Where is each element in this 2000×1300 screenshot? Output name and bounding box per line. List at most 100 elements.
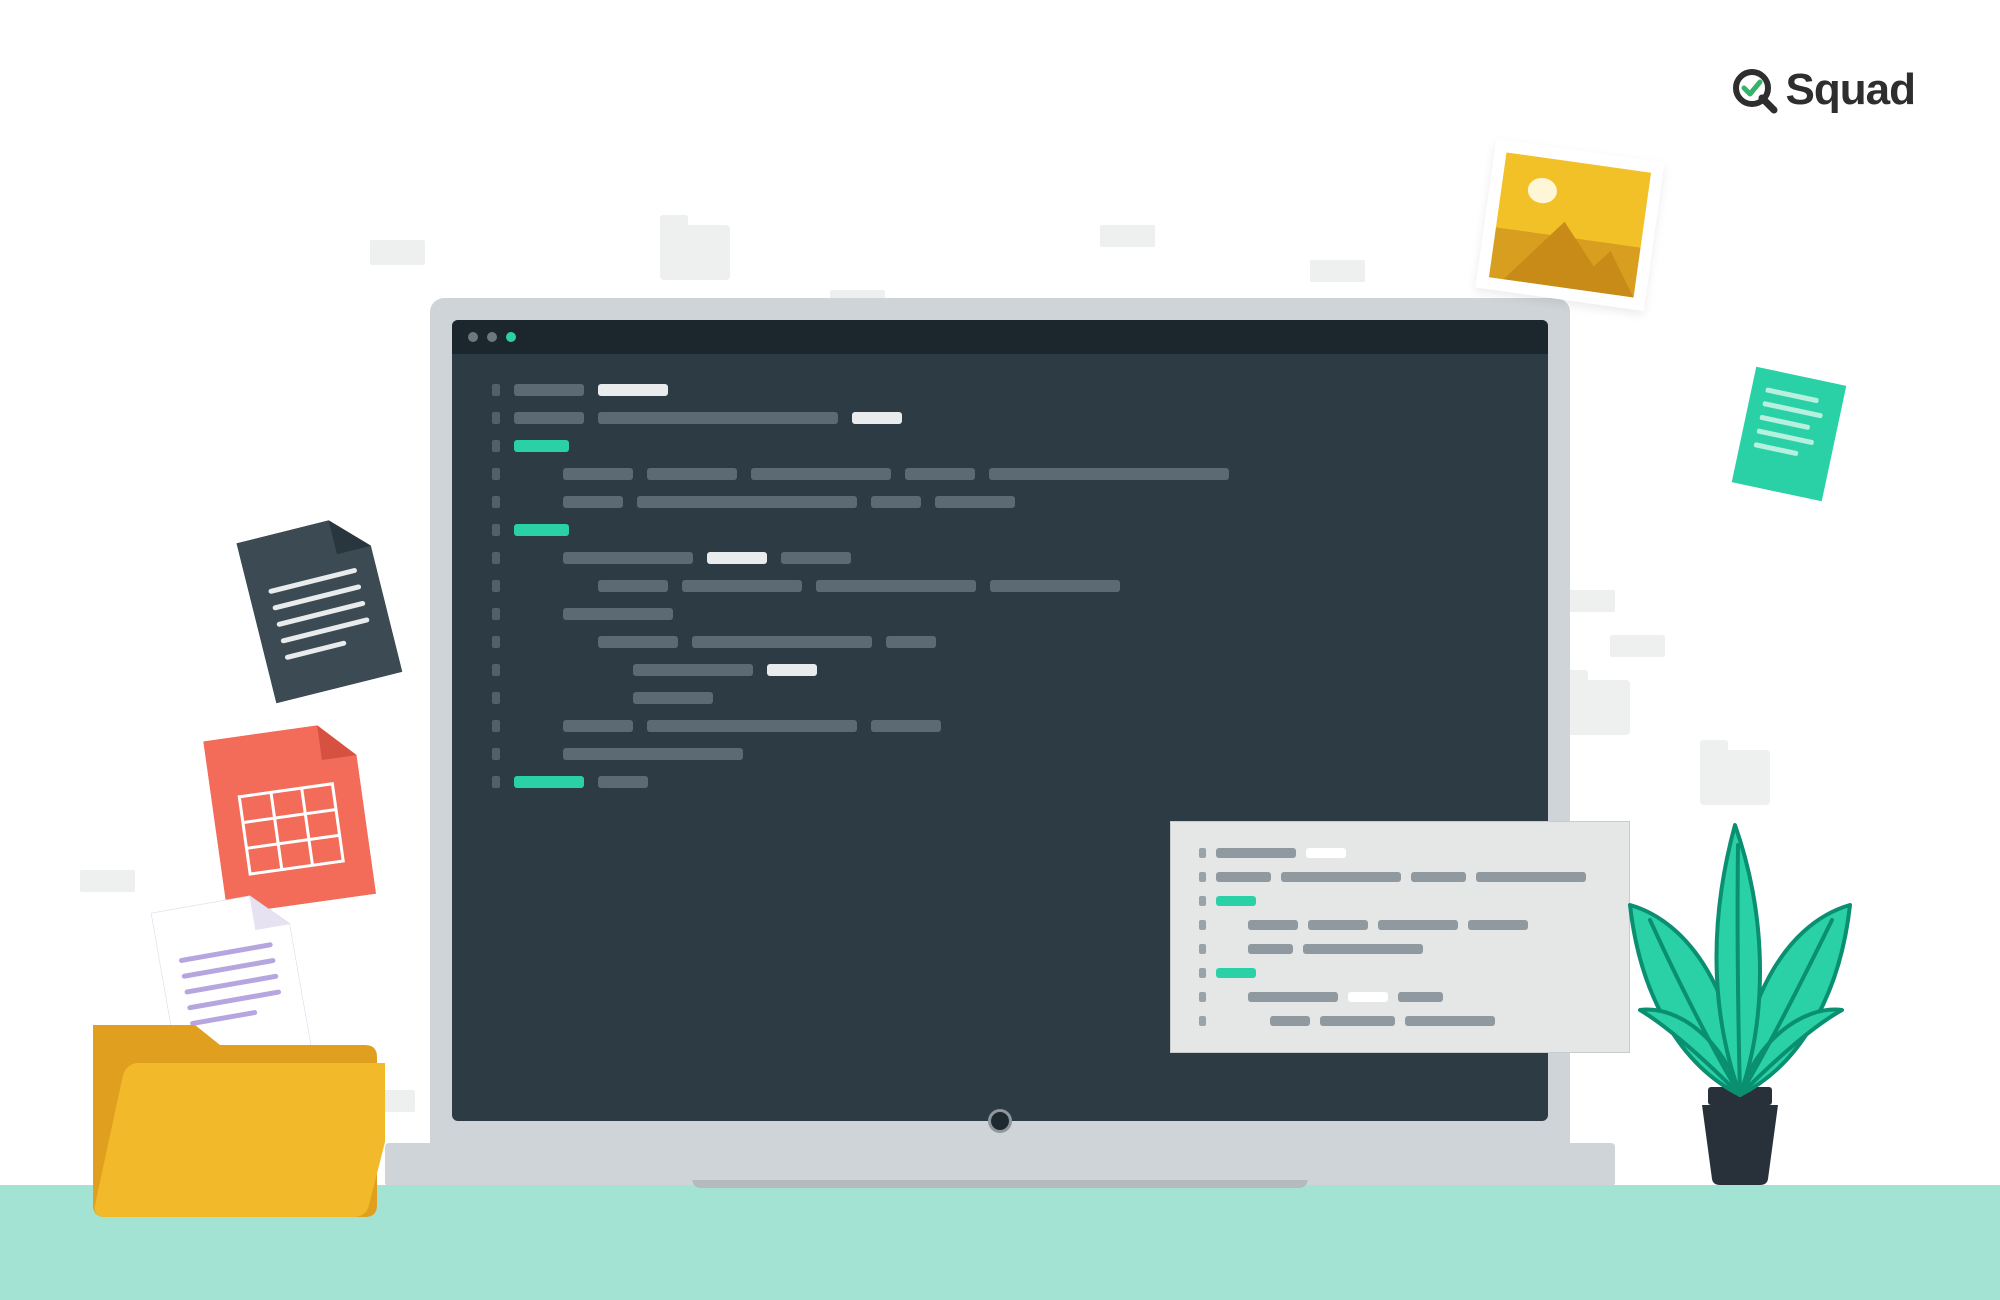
code-token [1398,992,1443,1002]
code-token [563,496,623,508]
code-token [563,552,693,564]
code-token [871,720,941,732]
code-line [492,412,1498,424]
line-gutter-icon [492,748,500,760]
code-token [514,440,569,452]
code-token [1303,944,1423,954]
code-token [1248,920,1298,930]
line-gutter-icon [492,496,500,508]
code-token [1248,944,1293,954]
code-line [492,440,1498,452]
line-gutter-icon [492,524,500,536]
code-token [633,692,713,704]
code-line [492,748,1498,760]
code-line [492,552,1498,564]
laptop-base [385,1143,1615,1185]
code-token [633,664,753,676]
line-gutter-icon [492,440,500,452]
code-token [990,580,1120,592]
code-token [1306,848,1346,858]
code-token [563,468,633,480]
line-gutter-icon [492,412,500,424]
code-token [1270,1016,1310,1026]
code-token [514,524,569,536]
window-dot-icon [506,332,516,342]
code-token [886,636,936,648]
line-gutter-icon [492,608,500,620]
code-token [598,384,668,396]
window-dot-icon [468,332,478,342]
code-line [1199,896,1601,906]
line-gutter-icon [1199,992,1206,1002]
code-token [1216,896,1256,906]
code-token [598,412,838,424]
bg-folder-icon [1560,680,1630,735]
laptop [430,298,1570,1185]
bg-rect [1610,635,1665,657]
bg-rect [370,240,425,265]
code-token [1378,920,1458,930]
laptop-screen [430,298,1570,1143]
code-token [514,384,584,396]
code-line [492,692,1498,704]
line-gutter-icon [1199,1016,1206,1026]
line-gutter-icon [1199,848,1206,858]
bg-folder-icon [660,225,730,280]
code-token [1216,968,1256,978]
code-line [1199,872,1601,882]
code-token [1476,872,1586,882]
code-token [781,552,851,564]
code-token [598,636,678,648]
code-token [563,748,743,760]
code-popup-window [1170,821,1630,1053]
open-folder-icon [85,985,385,1215]
editor-titlebar [452,320,1548,354]
window-dot-icon [487,332,497,342]
spreadsheet-file-icon [203,720,377,919]
code-line [1199,1016,1601,1026]
line-gutter-icon [492,720,500,732]
code-token [905,468,975,480]
code-line [492,776,1498,788]
code-line [492,636,1498,648]
code-token [647,468,737,480]
code-token [563,720,633,732]
potted-plant-icon [1610,765,1870,1185]
code-token [1216,872,1271,882]
line-gutter-icon [492,552,500,564]
code-token [514,776,584,788]
line-gutter-icon [1199,944,1206,954]
code-token [871,496,921,508]
line-gutter-icon [1199,872,1206,882]
code-line [1199,944,1601,954]
code-token [1468,920,1528,930]
code-token [816,580,976,592]
line-gutter-icon [492,580,500,592]
code-token [1216,848,1296,858]
code-token [647,720,857,732]
code-token [692,636,872,648]
camera-icon [988,1109,1012,1133]
code-token [598,580,668,592]
code-line [492,664,1498,676]
text-document-icon [236,512,403,708]
code-token [1411,872,1466,882]
line-gutter-icon [1199,920,1206,930]
code-token [707,552,767,564]
code-line [1199,848,1601,858]
line-gutter-icon [1199,968,1206,978]
bg-rect [1100,225,1155,247]
code-token [598,776,648,788]
code-line [492,524,1498,536]
logo-mark-icon [1730,66,1778,114]
code-token [637,496,857,508]
line-gutter-icon [492,692,500,704]
bg-rect [1310,260,1365,282]
code-token [989,468,1229,480]
code-token [1308,920,1368,930]
brand-logo: Squad [1730,65,1915,115]
line-gutter-icon [492,776,500,788]
code-line [492,384,1498,396]
line-gutter-icon [492,664,500,676]
brand-name: Squad [1786,65,1915,115]
